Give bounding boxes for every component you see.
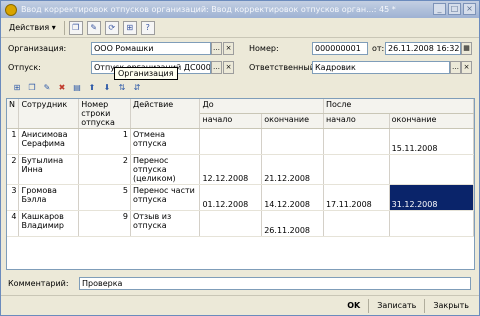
org-label: Организация: <box>8 44 67 53</box>
main-toolbar: Действия ▾ ❐ ✎ ⟳ ⊞ ? <box>1 18 479 38</box>
responsible-select-icon[interactable]: … <box>450 61 461 74</box>
cell-before-start[interactable]: 01.12.2008 <box>199 184 263 211</box>
bottom-separator <box>424 298 426 313</box>
toolbar-separator <box>63 20 65 35</box>
col-row-no[interactable]: Номер строки отпуска <box>78 99 131 129</box>
org-select-icon[interactable]: … <box>211 42 222 55</box>
structure-icon[interactable]: ⊞ <box>122 20 137 35</box>
org-field[interactable]: ООО Ромашки <box>91 42 211 55</box>
from-label: от: <box>372 44 385 53</box>
cell-after-start[interactable] <box>323 128 390 155</box>
window-title: Ввод корректировок отпусков организаций:… <box>21 5 396 14</box>
col-after-start[interactable]: начало <box>323 113 390 130</box>
cell-row-no[interactable]: 1 <box>78 128 131 155</box>
number-label: Номер: <box>249 44 279 53</box>
col-before[interactable]: До <box>199 99 324 114</box>
refresh-icon[interactable]: ⟳ <box>104 20 119 35</box>
col-action[interactable]: Действие <box>130 99 201 129</box>
cell-before-start[interactable]: 12.12.2008 <box>199 154 263 185</box>
cell-employee[interactable]: Громова Бэлла <box>18 184 80 211</box>
move-down-icon[interactable]: ⬇ <box>101 82 113 94</box>
col-before-start[interactable]: начало <box>199 113 263 130</box>
date-field[interactable]: 26.11.2008 16:32:45 <box>385 42 461 55</box>
actions-menu[interactable]: Действия ▾ <box>5 23 60 32</box>
cell-after-end[interactable]: 15.11.2008 <box>389 128 475 155</box>
cell-before-start[interactable] <box>199 128 263 155</box>
copy-icon[interactable]: ❐ <box>68 20 83 35</box>
cell-action[interactable]: Отмена отпуска <box>130 128 201 155</box>
responsible-clear-icon[interactable]: × <box>461 61 472 74</box>
cell-before-end[interactable]: 21.12.2008 <box>261 154 324 185</box>
col-before-end[interactable]: окончание <box>261 113 324 130</box>
edit-icon[interactable]: ✎ <box>86 20 101 35</box>
end-edit-icon[interactable]: ▤ <box>71 82 83 94</box>
save-button[interactable]: Записать <box>371 300 422 311</box>
number-field[interactable]: 000000001 <box>312 42 368 55</box>
cell-n[interactable]: 3 <box>7 184 20 211</box>
copy-row-icon[interactable]: ❐ <box>26 82 38 94</box>
col-n[interactable]: N <box>7 99 20 129</box>
move-up-icon[interactable]: ⬆ <box>86 82 98 94</box>
edit-row-icon[interactable]: ✎ <box>41 82 53 94</box>
add-row-icon[interactable]: ⊞ <box>11 82 23 94</box>
cell-after-start[interactable] <box>323 210 390 237</box>
app-logo-icon <box>5 3 17 16</box>
table-toolbar: ⊞ ❐ ✎ ✖ ▤ ⬆ ⬇ ⇅ ⇵ <box>11 80 143 96</box>
cell-n[interactable]: 2 <box>7 154 20 185</box>
cell-employee[interactable]: Бутылина Инна <box>18 154 80 185</box>
cell-before-end[interactable]: 14.12.2008 <box>261 184 324 211</box>
help-icon[interactable]: ? <box>140 20 155 35</box>
sort-asc-icon[interactable]: ⇅ <box>116 82 128 94</box>
cell-before-start[interactable] <box>199 210 263 237</box>
responsible-label: Ответственный: <box>249 63 318 72</box>
maximize-icon[interactable]: □ <box>448 3 461 15</box>
title-bar: Ввод корректировок отпусков организаций:… <box>1 1 479 18</box>
document-window: Ввод корректировок отпусков организаций:… <box>0 0 480 316</box>
cell-action[interactable]: Отзыв из отпуска <box>130 210 201 237</box>
vacation-clear-icon[interactable]: × <box>223 61 234 74</box>
org-tooltip: Организация <box>114 67 178 80</box>
col-employee[interactable]: Сотрудник <box>18 99 80 129</box>
actions-menu-label: Действия <box>9 23 50 32</box>
org-clear-icon[interactable]: × <box>223 42 234 55</box>
cell-after-start[interactable] <box>323 154 390 185</box>
table-row[interactable]: 4 Кашкаров Владимир 9 Отзыв из отпуска 2… <box>7 210 475 237</box>
corrections-table: N Сотрудник Номер строки отпуска Действи… <box>6 98 475 270</box>
vacation-select-icon[interactable]: … <box>211 61 222 74</box>
ok-button[interactable]: OK <box>341 300 366 311</box>
cell-before-end[interactable]: 26.11.2008 <box>261 210 324 237</box>
vacation-label: Отпуск: <box>8 63 41 72</box>
cell-after-end[interactable] <box>389 154 475 185</box>
cell-n[interactable]: 4 <box>7 210 20 237</box>
cell-action[interactable]: Перенос отпуска (целиком) <box>130 154 201 185</box>
delete-row-icon[interactable]: ✖ <box>56 82 68 94</box>
table-row[interactable]: 3 Громова Бэлла 5 Перенос части отпуска … <box>7 184 475 211</box>
cell-employee[interactable]: Кашкаров Владимир <box>18 210 80 237</box>
bottom-separator <box>368 298 370 313</box>
cell-employee[interactable]: Анисимова Серафима <box>18 128 80 155</box>
col-after[interactable]: После <box>323 99 475 114</box>
minimize-icon[interactable]: _ <box>433 3 446 15</box>
cell-after-end[interactable] <box>389 210 475 237</box>
table-row[interactable]: 2 Бутылина Инна 2 Перенос отпуска (целик… <box>7 154 475 185</box>
cell-before-end[interactable] <box>261 128 324 155</box>
cell-row-no[interactable]: 5 <box>78 184 131 211</box>
cell-row-no[interactable]: 9 <box>78 210 131 237</box>
responsible-field[interactable]: Кадровик <box>312 61 450 74</box>
bottom-bar: OK Записать Закрыть <box>1 295 479 315</box>
cell-after-end[interactable]: 31.12.2008 <box>389 184 475 211</box>
cell-after-start[interactable]: 17.11.2008 <box>323 184 390 211</box>
calendar-icon[interactable]: ▦ <box>461 42 472 55</box>
table-row[interactable]: 1 Анисимова Серафима 1 Отмена отпуска 15… <box>7 128 475 155</box>
sort-desc-icon[interactable]: ⇵ <box>131 82 143 94</box>
close-button[interactable]: Закрыть <box>427 300 475 311</box>
close-icon[interactable]: × <box>463 3 476 15</box>
comment-field[interactable]: Проверка <box>79 277 471 290</box>
comment-label: Комментарий: <box>8 279 69 288</box>
col-after-end[interactable]: окончание <box>389 113 475 130</box>
cell-n[interactable]: 1 <box>7 128 20 155</box>
cell-row-no[interactable]: 2 <box>78 154 131 185</box>
cell-action[interactable]: Перенос части отпуска <box>130 184 201 211</box>
